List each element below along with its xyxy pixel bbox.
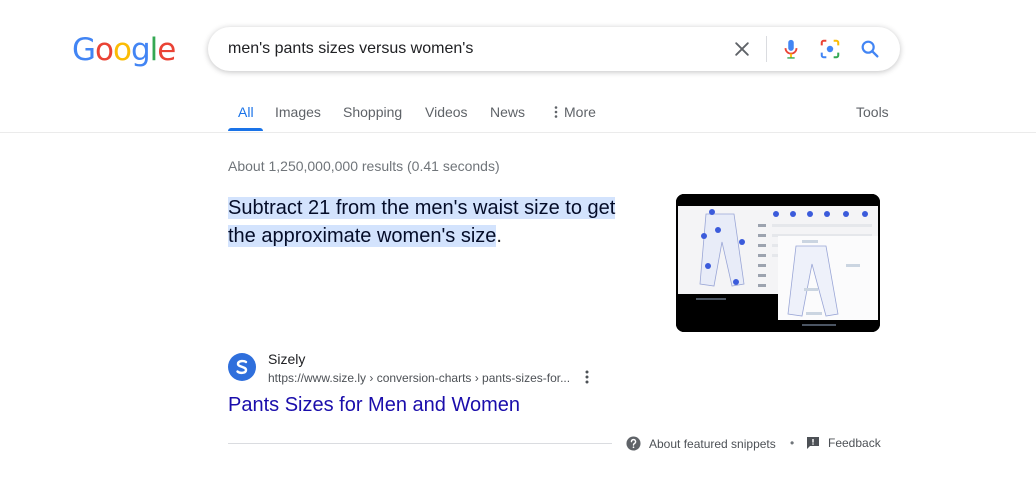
site-url: https://www.size.ly › conversion-charts … xyxy=(268,371,571,385)
tab-shopping[interactable]: Shopping xyxy=(343,104,402,120)
pants-chart-image xyxy=(676,194,880,332)
google-logo[interactable]: Google xyxy=(72,32,176,68)
logo-letter: o xyxy=(95,32,114,68)
more-options-icon[interactable] xyxy=(580,369,594,387)
search-divider xyxy=(766,36,767,62)
feedback-label: Feedback xyxy=(828,436,881,450)
about-snippets-label: About featured snippets xyxy=(649,436,776,451)
lens-icon[interactable] xyxy=(818,37,842,61)
result-stats: About 1,250,000,000 results (0.41 second… xyxy=(228,158,500,174)
tab-all[interactable]: All xyxy=(238,104,254,120)
clear-icon[interactable] xyxy=(730,37,754,61)
snippet-thumbnail[interactable] xyxy=(676,194,880,332)
more-vert-icon xyxy=(554,106,558,118)
result-source[interactable]: Sizely https://www.size.ly › conversion-… xyxy=(228,351,648,387)
tab-more-label: More xyxy=(564,104,596,120)
search-input[interactable] xyxy=(228,27,708,71)
search-box xyxy=(208,27,900,71)
help-icon xyxy=(626,436,641,451)
snippet-rest: . xyxy=(496,225,502,247)
microphone-icon[interactable] xyxy=(779,37,803,61)
logo-letter: o xyxy=(113,32,132,68)
tab-videos[interactable]: Videos xyxy=(425,104,468,120)
tab-more[interactable]: More xyxy=(552,104,596,120)
logo-letter: g xyxy=(130,32,151,68)
site-favicon xyxy=(228,353,256,381)
tab-images[interactable]: Images xyxy=(275,104,321,120)
feedback-link[interactable]: Feedback xyxy=(806,436,881,450)
logo-letter: e xyxy=(157,32,176,68)
about-featured-snippets[interactable]: About featured snippets xyxy=(626,436,776,451)
snippet-highlight: Subtract 21 from the men's waist size to… xyxy=(228,197,616,247)
feedback-icon xyxy=(807,437,819,449)
site-name: Sizely xyxy=(268,351,306,367)
featured-snippet-text: Subtract 21 from the men's waist size to… xyxy=(228,194,648,250)
snippet-divider xyxy=(228,443,612,444)
active-tab-indicator xyxy=(228,128,263,131)
header-divider xyxy=(0,132,1036,133)
footer-separator: • xyxy=(790,436,795,450)
result-title-link[interactable]: Pants Sizes for Men and Women xyxy=(228,394,520,417)
sizely-logo-icon xyxy=(236,359,248,375)
tools-button[interactable]: Tools xyxy=(856,104,889,120)
search-icon[interactable] xyxy=(858,37,882,61)
logo-letter: G xyxy=(72,32,96,68)
logo-letter: l xyxy=(149,32,159,68)
tab-news[interactable]: News xyxy=(490,104,525,120)
